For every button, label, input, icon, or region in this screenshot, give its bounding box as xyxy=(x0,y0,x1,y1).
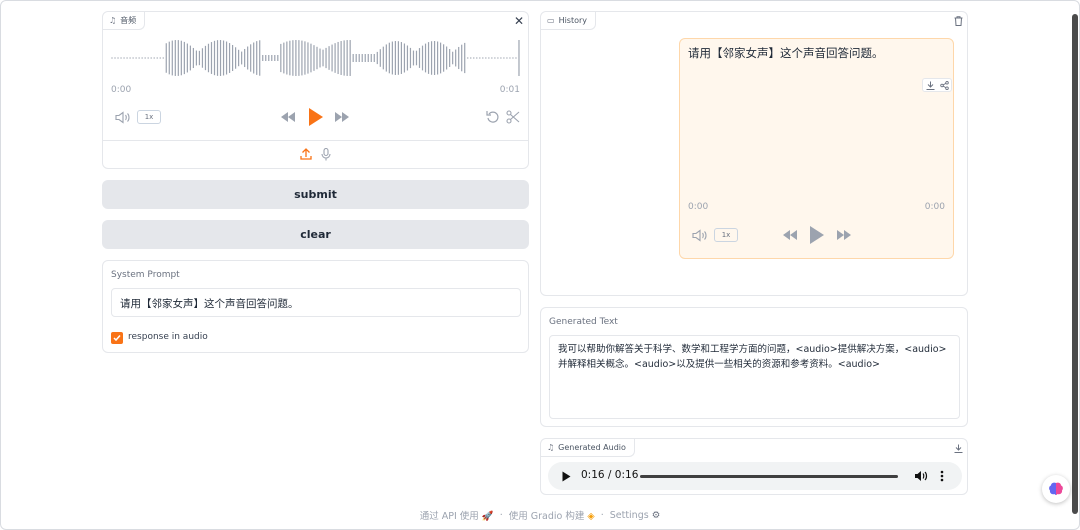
player-play-icon[interactable] xyxy=(560,470,572,482)
download-icon[interactable] xyxy=(951,441,965,455)
audio-input-panel: ♫ 音频 ✕ 0:00 0:01 1x xyxy=(102,11,529,169)
audio-input-time-start: 0:00 xyxy=(111,85,132,95)
footer: 通过 API 使用 🚀 · 使用 Gradio 构建 ◈ · Settings … xyxy=(0,508,1080,523)
system-prompt-input[interactable]: 请用【邻家女声】这个声音回答问题。 xyxy=(111,288,521,317)
response-in-audio-checkbox[interactable] xyxy=(111,332,123,344)
history-volume-icon[interactable] xyxy=(692,228,708,242)
history-fast-forward-icon[interactable] xyxy=(835,228,853,242)
audio-input-tag: ♫ 音频 xyxy=(103,12,146,30)
footer-separator: · xyxy=(499,509,503,521)
trim-scissors-icon[interactable] xyxy=(505,109,521,125)
playback-rate-button[interactable]: 1x xyxy=(137,110,161,124)
audio-input-time-end: 0:01 xyxy=(499,85,520,95)
fast-forward-icon[interactable] xyxy=(333,110,351,124)
history-time-end: 0:00 xyxy=(924,202,945,212)
player-time: 0:16 / 0:16 xyxy=(581,469,639,481)
share-icon[interactable] xyxy=(939,80,949,90)
response-in-audio-label: response in audio xyxy=(128,332,208,342)
generated-audio-tag: ♫ Generated Audio xyxy=(541,439,635,457)
audio-player: 0:16 / 0:16 xyxy=(548,462,962,490)
player-volume-icon[interactable] xyxy=(914,469,928,483)
footer-separator: · xyxy=(600,509,604,521)
music-note-icon: ♫ xyxy=(547,443,555,452)
upload-icon[interactable] xyxy=(299,147,313,161)
clear-button[interactable]: clear xyxy=(102,220,529,249)
message-actions xyxy=(922,78,952,92)
footer-settings-link[interactable]: Settings ⚙ xyxy=(610,510,661,521)
scrollbar-thumb[interactable] xyxy=(1072,14,1078,514)
history-time-start: 0:00 xyxy=(688,202,709,212)
chat-message-text: 请用【邻家女声】这个声音回答问题。 xyxy=(688,46,884,60)
generated-audio-panel: ♫ Generated Audio 0:16 / 0:16 xyxy=(540,438,968,495)
player-progress-bar[interactable] xyxy=(640,475,898,478)
history-play-icon[interactable] xyxy=(807,224,827,246)
trash-icon[interactable] xyxy=(951,14,965,28)
system-prompt-panel: System Prompt 请用【邻家女声】这个声音回答问题。 response… xyxy=(102,260,529,353)
player-more-icon[interactable] xyxy=(938,469,946,483)
reset-icon[interactable] xyxy=(485,109,501,125)
chat-bubble: 请用【邻家女声】这个声音回答问题。 0:00 0:00 1x xyxy=(679,38,954,259)
rocket-icon: 🚀 xyxy=(481,511,494,522)
generated-audio-tag-label: Generated Audio xyxy=(558,443,626,452)
history-tag-label: History xyxy=(558,16,588,25)
footer-api-link[interactable]: 通过 API 使用 🚀 xyxy=(420,508,494,522)
footer-gradio-link[interactable]: 使用 Gradio 构建 ◈ xyxy=(509,508,595,522)
generated-text-panel: Generated Text 我可以帮助你解答关于科学、数学和工程学方面的问题，… xyxy=(540,307,968,427)
music-note-icon: ♫ xyxy=(109,16,117,25)
rewind-icon[interactable] xyxy=(279,110,297,124)
download-icon[interactable] xyxy=(926,81,935,90)
brain-icon xyxy=(1049,482,1063,495)
waveform[interactable] xyxy=(111,38,521,78)
play-icon[interactable] xyxy=(306,106,326,128)
gradio-logo-icon: ◈ xyxy=(587,511,595,522)
floating-brain-button[interactable] xyxy=(1042,475,1070,503)
gear-icon: ⚙ xyxy=(651,509,661,521)
history-playback-rate[interactable]: 1x xyxy=(714,228,738,242)
generated-text-label: Generated Text xyxy=(549,317,618,327)
checkmark-icon xyxy=(113,335,121,342)
microphone-icon[interactable] xyxy=(319,147,333,161)
history-panel: ▭ History 请用【邻家女声】这个声音回答问题。 0:00 0:00 1x xyxy=(540,11,968,296)
chat-icon: ▭ xyxy=(547,16,555,25)
system-prompt-label: System Prompt xyxy=(111,270,180,280)
audio-input-tag-label: 音频 xyxy=(120,16,137,25)
volume-icon[interactable] xyxy=(115,110,131,124)
history-rewind-icon[interactable] xyxy=(781,228,799,242)
submit-button[interactable]: submit xyxy=(102,180,529,209)
close-icon[interactable]: ✕ xyxy=(512,14,526,28)
generated-text-output[interactable]: 我可以帮助你解答关于科学、数学和工程学方面的问题，<audio>提供解决方案，<… xyxy=(549,335,960,419)
divider xyxy=(103,140,528,141)
history-tag: ▭ History xyxy=(541,12,597,30)
